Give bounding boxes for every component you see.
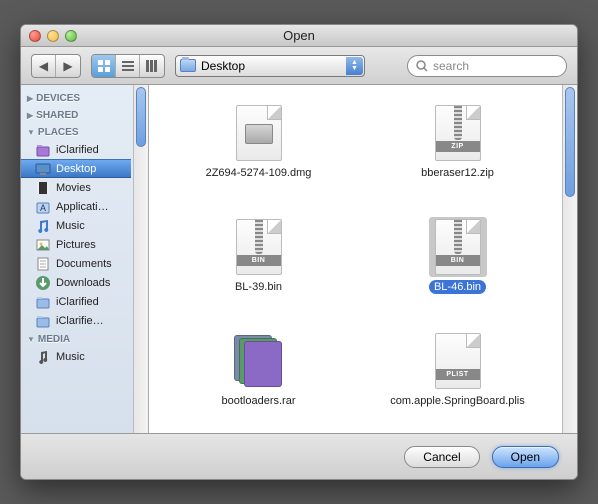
sidebar-group-shared[interactable]: ▶SHARED [21, 106, 148, 123]
column-view-button[interactable] [140, 55, 164, 77]
sidebar-item-label: Documents [56, 258, 112, 270]
sidebar-item-music[interactable]: Music [21, 347, 131, 366]
music-icon [35, 218, 51, 234]
forward-button[interactable]: ▶ [56, 55, 80, 77]
file-label: bberaser12.zip [416, 166, 499, 180]
file-label: BL-46.bin [429, 280, 486, 294]
music-note-icon [35, 349, 51, 365]
view-segment [91, 54, 165, 78]
svg-text:A: A [40, 203, 46, 213]
sidebar-item-movies[interactable]: Movies [21, 178, 131, 197]
folder-icon [180, 59, 196, 72]
file-item[interactable]: PLIST com.apple.SpringBoard.plis [358, 325, 557, 433]
sidebar-item-label: iClarifie… [56, 315, 104, 327]
file-icon-dmg [230, 103, 288, 163]
sidebar-item-pictures[interactable]: Pictures [21, 235, 131, 254]
sidebar-item-label: Music [56, 351, 85, 363]
sidebar: ▶DEVICES▶SHARED▼PLACESiClarifiedDesktopM… [21, 85, 149, 433]
desktop-icon [35, 161, 51, 177]
sidebar-item-applicati[interactable]: A Applicati… [21, 197, 131, 216]
file-icon-bin: BIN [230, 217, 288, 277]
disclosure-triangle-icon[interactable]: ▶ [27, 94, 33, 103]
window-title: Open [21, 28, 577, 43]
search-input[interactable]: search [407, 55, 567, 77]
movies-icon [35, 180, 51, 196]
file-icon-rar [230, 331, 288, 391]
file-item[interactable]: BIN BL-39.bin [159, 211, 358, 319]
scrollbar-thumb[interactable] [136, 87, 146, 147]
folder-purple-icon [35, 142, 51, 158]
sidebar-item-label: Pictures [56, 239, 96, 251]
folder-icon [35, 313, 51, 329]
location-label: Desktop [201, 59, 245, 73]
dialog-buttons: Cancel Open [21, 433, 577, 479]
file-browser[interactable]: 2Z694-5274-109.dmg ZIP bberaser12.zip BIN BL… [149, 85, 577, 433]
sidebar-item-desktop[interactable]: Desktop [21, 159, 131, 178]
location-popup[interactable]: Desktop ▲▼ [175, 55, 365, 77]
sidebar-group-label: MEDIA [38, 334, 70, 345]
columns-icon [146, 60, 158, 72]
sidebar-group-label: DEVICES [36, 93, 80, 104]
file-label: 2Z694-5274-109.dmg [201, 166, 317, 180]
file-label: bootloaders.rar [217, 394, 301, 408]
sidebar-item-label: iClarified [56, 296, 99, 308]
list-view-button[interactable] [116, 55, 140, 77]
toolbar: ◀ ▶ Desktop ▲▼ search [21, 47, 577, 85]
file-icon-bin: BIN [429, 217, 487, 277]
file-icon-plist: PLIST [429, 331, 487, 391]
popup-arrows-icon: ▲▼ [346, 57, 363, 75]
folder-icon [35, 294, 51, 310]
file-label: com.apple.SpringBoard.plis [385, 394, 530, 408]
cancel-button[interactable]: Cancel [404, 446, 479, 468]
grid-icon [98, 60, 110, 72]
applications-icon: A [35, 199, 51, 215]
scrollbar-thumb[interactable] [565, 87, 575, 197]
sidebar-item-label: Music [56, 220, 85, 232]
sidebar-scrollbar[interactable] [133, 85, 148, 433]
sidebar-item-label: Downloads [56, 277, 110, 289]
search-icon [416, 60, 428, 72]
icon-view-button[interactable] [92, 55, 116, 77]
content-area: ▶DEVICES▶SHARED▼PLACESiClarifiedDesktopM… [21, 85, 577, 433]
sidebar-item-label: Movies [56, 182, 91, 194]
sidebar-group-label: PLACES [38, 127, 79, 138]
sidebar-item-label: Applicati… [56, 201, 109, 213]
documents-icon [35, 256, 51, 272]
back-button[interactable]: ◀ [32, 55, 56, 77]
sidebar-item-music[interactable]: Music [21, 216, 131, 235]
sidebar-group-media[interactable]: ▼MEDIA [21, 330, 148, 347]
sidebar-group-devices[interactable]: ▶DEVICES [21, 89, 148, 106]
file-scrollbar[interactable] [562, 85, 577, 433]
downloads-icon [35, 275, 51, 291]
open-dialog: Open ◀ ▶ Desktop ▲▼ search [20, 24, 578, 480]
sidebar-item-label: iClarified [56, 144, 99, 156]
sidebar-group-places[interactable]: ▼PLACES [21, 123, 148, 140]
file-item[interactable]: ZIP bberaser12.zip [358, 97, 557, 205]
sidebar-group-label: SHARED [36, 110, 78, 121]
pictures-icon [35, 237, 51, 253]
file-icon-zip: ZIP [429, 103, 487, 163]
disclosure-triangle-icon[interactable]: ▼ [27, 128, 35, 137]
sidebar-item-iclarified[interactable]: iClarified [21, 140, 131, 159]
sidebar-item-documents[interactable]: Documents [21, 254, 131, 273]
disclosure-triangle-icon[interactable]: ▼ [27, 335, 35, 344]
sidebar-item-label: Desktop [56, 163, 96, 175]
sidebar-item-iclarified[interactable]: iClarified [21, 292, 131, 311]
open-button[interactable]: Open [492, 446, 559, 468]
list-icon [122, 60, 134, 72]
titlebar[interactable]: Open [21, 25, 577, 47]
file-item[interactable]: 2Z694-5274-109.dmg [159, 97, 358, 205]
file-label: BL-39.bin [230, 280, 287, 294]
disclosure-triangle-icon[interactable]: ▶ [27, 111, 33, 120]
sidebar-item-iclarifie[interactable]: iClarifie… [21, 311, 131, 330]
file-item[interactable]: bootloaders.rar [159, 325, 358, 433]
sidebar-item-downloads[interactable]: Downloads [21, 273, 131, 292]
nav-segment: ◀ ▶ [31, 54, 81, 78]
file-item[interactable]: BIN BL-46.bin [358, 211, 557, 319]
search-placeholder: search [433, 59, 469, 73]
